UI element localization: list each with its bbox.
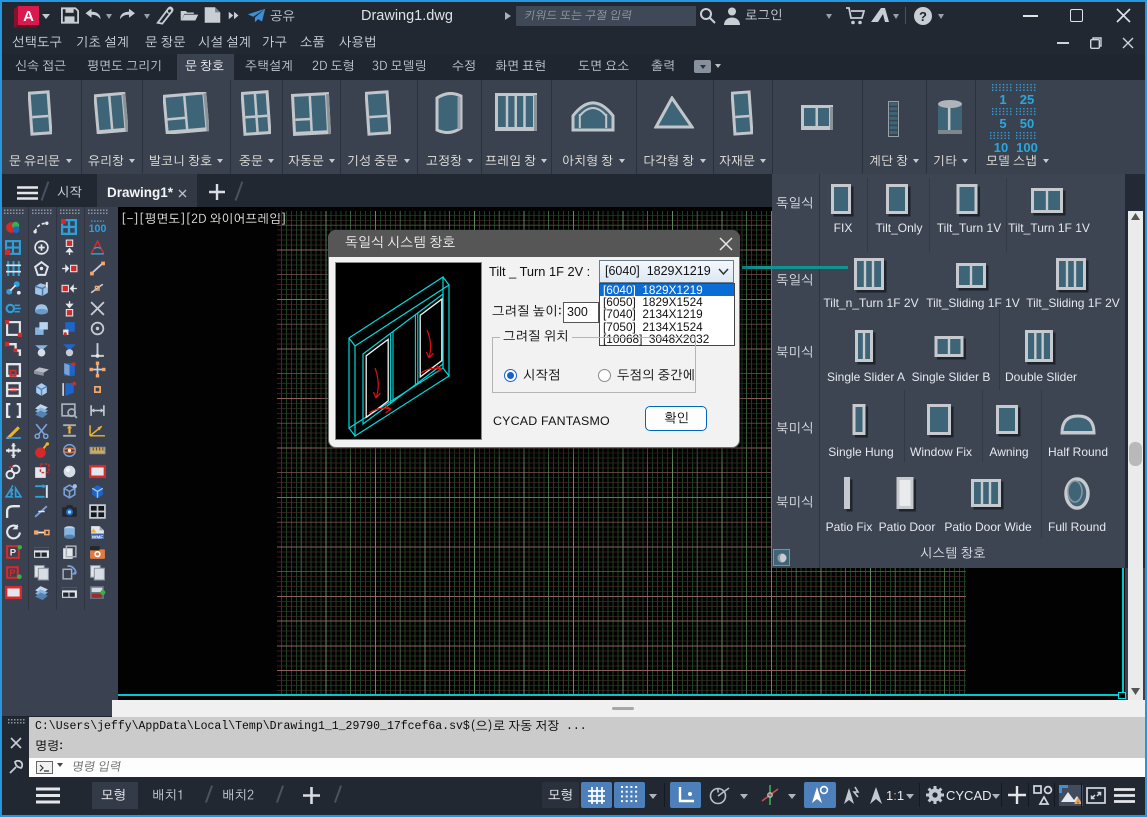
svg-text:?: ? <box>919 9 927 24</box>
svg-text:P: P <box>9 568 16 579</box>
svg-text:WMF: WMF <box>92 534 103 540</box>
svg-text:P: P <box>10 548 17 559</box>
svg-text:100: 100 <box>89 223 106 235</box>
svg-text:A: A <box>23 8 34 25</box>
